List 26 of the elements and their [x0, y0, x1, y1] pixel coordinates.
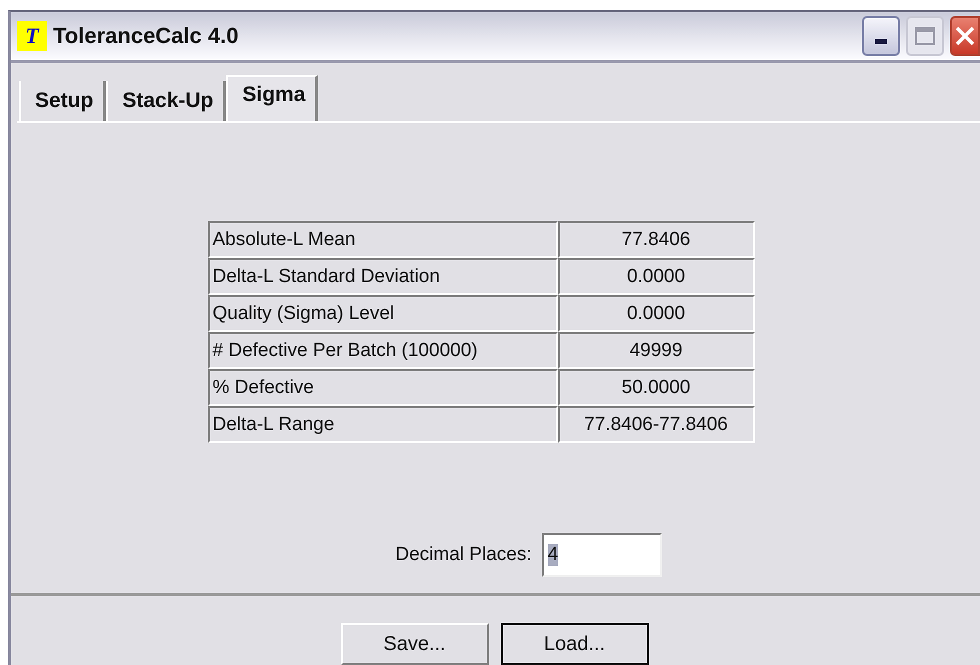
- result-label: # Defective Per Batch (100000): [208, 332, 558, 370]
- result-value: 77.8406: [558, 221, 754, 258]
- close-icon: [954, 25, 976, 48]
- result-label: Delta-L Range: [208, 406, 558, 444]
- field-label: Decimal Places:: [395, 544, 532, 566]
- maximize-icon: [915, 27, 935, 46]
- result-label: % Defective: [208, 369, 558, 406]
- result-value: 77.8406-77.8406: [558, 406, 754, 444]
- close-button[interactable]: [950, 16, 980, 56]
- tab[interactable]: Sigma: [226, 75, 318, 122]
- tab[interactable]: Stack-Up: [106, 81, 226, 122]
- result-label: Quality (Sigma) Level: [208, 295, 558, 332]
- decimal-places-field[interactable]: 4: [542, 533, 662, 578]
- dialog-button[interactable]: Save...: [340, 623, 488, 665]
- result-value: 49999: [558, 332, 754, 370]
- window-title: ToleranceCalc 4.0: [53, 23, 238, 50]
- result-label: Delta-L Standard Deviation: [208, 258, 558, 296]
- result-value: 0.0000: [558, 258, 754, 296]
- app-logo: T: [17, 21, 47, 52]
- result-label: Absolute-L Mean: [208, 221, 558, 258]
- result-value: 0.0000: [558, 295, 754, 332]
- minimize-icon: [874, 38, 888, 46]
- minimize-button[interactable]: [862, 16, 900, 56]
- tab[interactable]: Setup: [19, 81, 106, 122]
- result-value: 50.0000: [558, 369, 754, 406]
- dialog-button[interactable]: Load...: [500, 623, 648, 665]
